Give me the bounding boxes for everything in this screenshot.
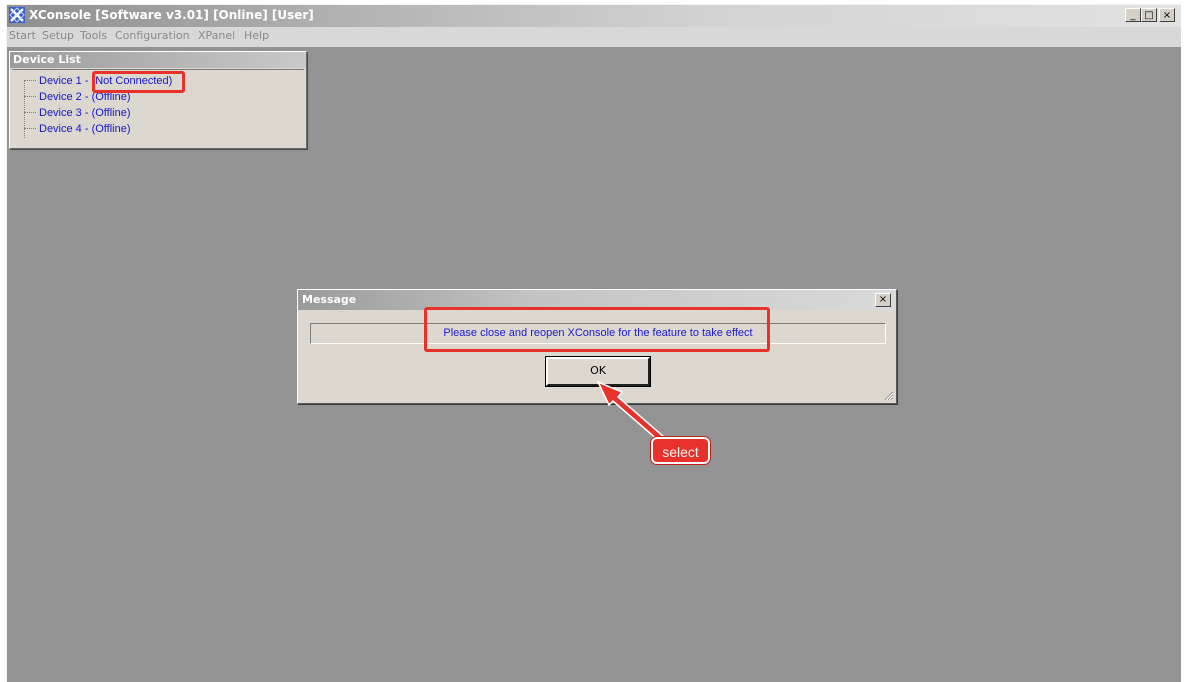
ok-button[interactable]: OK	[545, 356, 651, 387]
dialog-title: Message	[302, 293, 357, 306]
divider	[12, 69, 304, 70]
maximize-button[interactable]: □	[1141, 8, 1157, 22]
device-name: Device 2	[39, 91, 82, 103]
device-status: (Offline)	[91, 107, 131, 119]
menu-start[interactable]: Start	[9, 29, 36, 42]
device-item-4[interactable]: Device 4 - (Offline)	[24, 123, 131, 139]
dialog-close-button[interactable]: ×	[875, 293, 891, 307]
title-bar[interactable]: XConsole [Software v3.01] [Online] [User…	[7, 5, 1181, 27]
resize-grip-icon[interactable]	[882, 389, 894, 401]
menu-configuration[interactable]: Configuration	[115, 29, 190, 42]
highlight-box-status	[92, 71, 185, 93]
device-list-title-bar: Device List	[10, 52, 306, 68]
window-title: XConsole [Software v3.01] [Online] [User…	[29, 8, 314, 22]
menu-tools[interactable]: Tools	[80, 29, 107, 42]
device-name: Device 4	[39, 123, 82, 135]
window-controls: _ □ ×	[1125, 8, 1175, 22]
select-callout: select	[651, 437, 710, 464]
device-list-title: Device List	[13, 53, 81, 66]
close-window-button[interactable]: ×	[1159, 8, 1175, 22]
highlight-box-message	[424, 307, 770, 352]
menu-bar: Start Setup Tools Configuration XPanel H…	[7, 27, 1181, 47]
minimize-button[interactable]: _	[1125, 8, 1141, 22]
device-status: (Offline)	[91, 123, 131, 135]
device-name: Device 3	[39, 107, 82, 119]
device-item-3[interactable]: Device 3 - (Offline)	[24, 107, 131, 123]
menu-xpanel[interactable]: XPanel	[198, 29, 235, 42]
device-name: Device 1	[39, 75, 82, 87]
device-list-panel: Device List Device 1 - (Not Connected) D…	[9, 51, 307, 149]
device-item-2[interactable]: Device 2 - (Offline)	[24, 91, 131, 107]
menu-setup[interactable]: Setup	[42, 29, 74, 42]
app-logo-icon	[9, 7, 25, 23]
menu-help[interactable]: Help	[244, 29, 269, 42]
